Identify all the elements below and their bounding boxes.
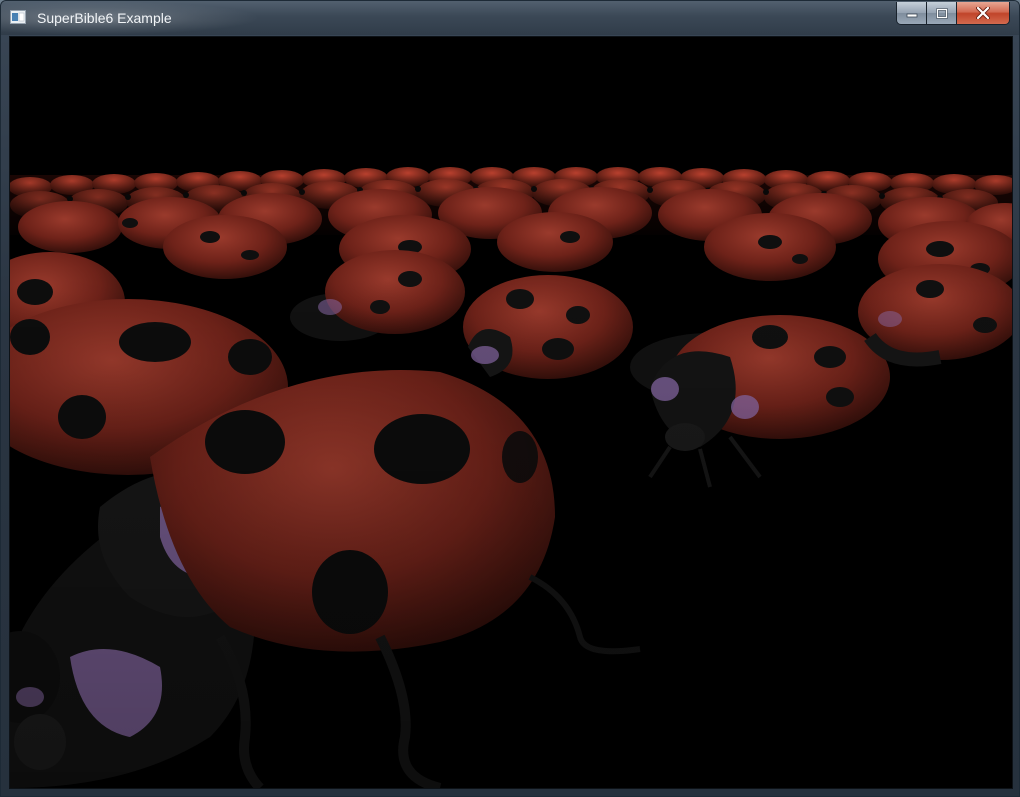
minimize-button[interactable] (897, 2, 927, 24)
render-viewport[interactable] (9, 36, 1013, 789)
minimize-icon (906, 13, 917, 18)
ladybug-scene (10, 37, 1012, 788)
window-controls (896, 2, 1010, 25)
app-window-icon (10, 10, 26, 24)
window-title: SuperBible6 Example (37, 10, 172, 26)
title-bar[interactable]: SuperBible6 Example (1, 1, 1019, 35)
maximize-button[interactable] (927, 2, 957, 24)
close-icon (976, 7, 990, 19)
close-button[interactable] (957, 2, 1009, 24)
maximize-icon (935, 7, 948, 19)
app-window: SuperBible6 Example (0, 0, 1020, 797)
